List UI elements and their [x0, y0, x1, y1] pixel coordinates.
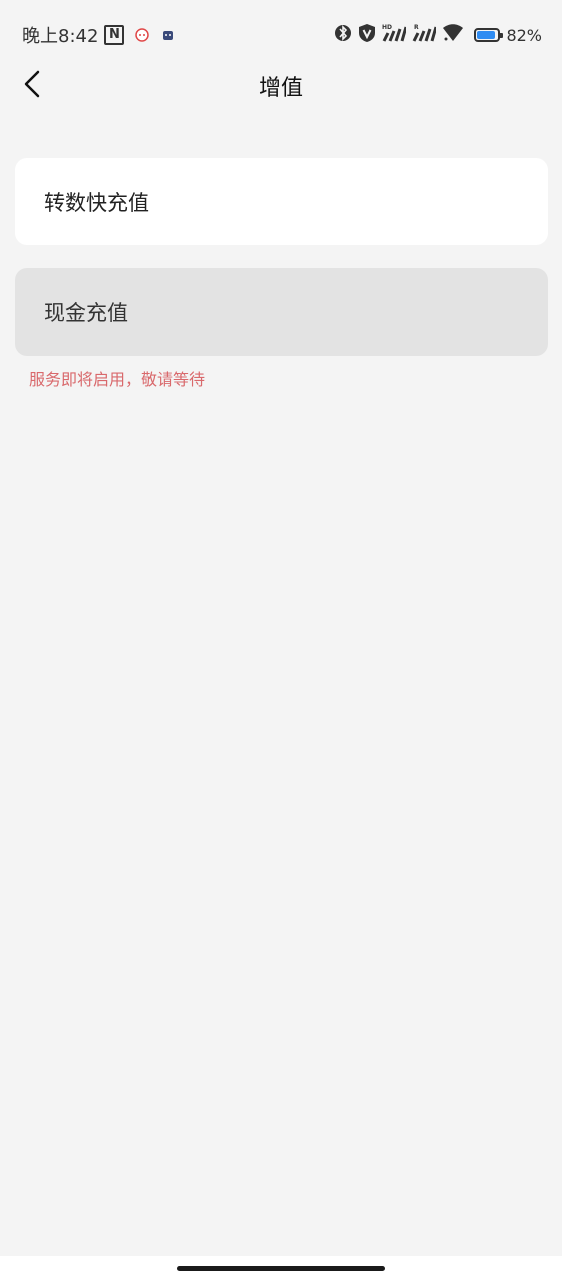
gesture-bar-area [0, 1256, 562, 1280]
status-right: HD R 82% [328, 22, 542, 48]
battery-fill [477, 31, 496, 39]
battery-icon [474, 28, 504, 42]
app-notification-icon [134, 27, 150, 43]
status-left: 晚上8:42 N [22, 22, 176, 48]
svg-text:R: R [414, 24, 419, 31]
transfer-topup-label: 转数快充值 [44, 190, 149, 215]
status-time: 晚上8:42 [22, 26, 99, 47]
cash-topup-option[interactable]: 现金充值 [15, 268, 548, 356]
page-title: 增值 [258, 76, 303, 101]
nav-header: 增值 [0, 62, 562, 108]
transfer-topup-option[interactable]: 转数快充值 [15, 158, 548, 245]
vpn-shield-icon [358, 23, 376, 47]
nfc-icon: N [104, 25, 125, 45]
status-bar: 晚上8:42 N HD R 82% [0, 0, 562, 62]
service-notice: 服务即将启用，敬请等待 [29, 370, 206, 389]
hd-signal-icon: HD [382, 23, 408, 47]
wifi-icon [442, 23, 464, 47]
cash-topup-label: 现金充值 [44, 301, 128, 325]
svg-text:HD: HD [382, 24, 392, 31]
bluetooth-icon [334, 23, 352, 47]
app-notification-icon-2 [160, 27, 176, 43]
home-indicator[interactable] [177, 1266, 385, 1271]
signal-icon: R [412, 23, 438, 47]
battery-percentage: 82% [506, 25, 542, 45]
